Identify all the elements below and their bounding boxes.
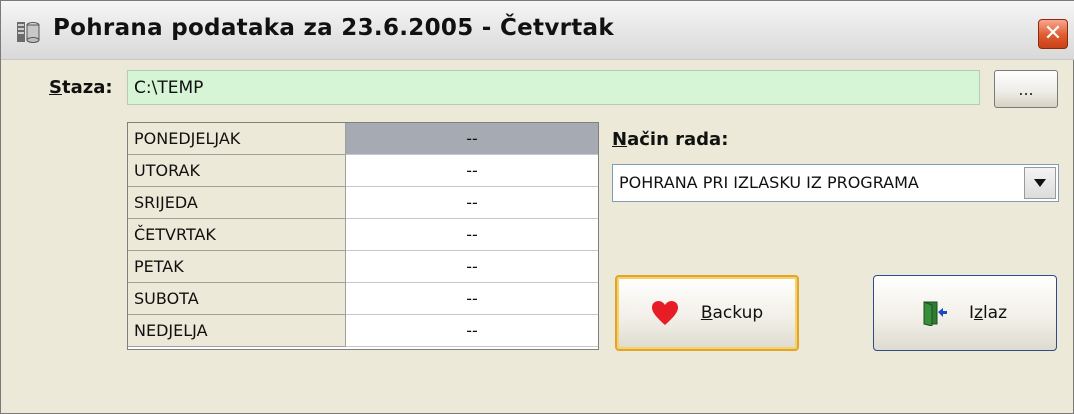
backup-button[interactable]: Backup	[615, 275, 799, 351]
day-value-cell[interactable]: --	[346, 315, 598, 347]
day-value-cell[interactable]: --	[346, 123, 598, 155]
table-row[interactable]: UTORAK --	[128, 155, 598, 187]
table-row[interactable]: SRIJEDA --	[128, 187, 598, 219]
day-value-cell[interactable]: --	[346, 283, 598, 315]
exit-door-icon	[923, 301, 947, 326]
day-name-cell[interactable]: PETAK	[128, 251, 346, 283]
table-row[interactable]: PONEDJELJAK --	[128, 123, 598, 155]
table-row[interactable]: ČETVRTAK --	[128, 219, 598, 251]
day-name-cell[interactable]: ČETVRTAK	[128, 219, 346, 251]
path-label: Staza:	[49, 77, 113, 98]
chevron-down-icon	[1034, 179, 1046, 187]
title-bar[interactable]: Pohrana podataka za 23.6.2005 - Četvrtak…	[1, 1, 1074, 60]
day-name-cell[interactable]: PONEDJELJAK	[128, 123, 346, 155]
backup-button-label: Backup	[700, 303, 764, 323]
exit-button-label: Izlaz	[968, 303, 1008, 323]
table-row[interactable]: NEDJELJA --	[128, 315, 598, 347]
day-value-cell[interactable]: --	[346, 155, 598, 187]
day-name-cell[interactable]: SUBOTA	[128, 283, 346, 315]
day-value-cell[interactable]: --	[346, 187, 598, 219]
mode-selected-value: POHRANA PRI IZLASKU IZ PROGRAMA	[619, 173, 919, 192]
table-row[interactable]: SUBOTA --	[128, 283, 598, 315]
day-name-cell[interactable]: SRIJEDA	[128, 187, 346, 219]
database-icon	[17, 22, 40, 43]
day-value-cell[interactable]: --	[346, 219, 598, 251]
dropdown-button[interactable]	[1024, 167, 1056, 199]
days-grid: PONEDJELJAK -- UTORAK -- SRIJEDA -- ČETV…	[127, 122, 599, 350]
heart-icon	[651, 301, 678, 325]
path-input[interactable]	[127, 70, 980, 105]
mode-label: Način rada:	[612, 129, 729, 150]
backup-dialog: Pohrana podataka za 23.6.2005 - Četvrtak…	[0, 0, 1074, 414]
window-title: Pohrana podataka za 23.6.2005 - Četvrtak	[53, 15, 614, 41]
close-button[interactable]: ✕	[1038, 19, 1068, 49]
exit-button[interactable]: Izlaz	[873, 275, 1057, 351]
day-name-cell[interactable]: NEDJELJA	[128, 315, 346, 347]
day-name-cell[interactable]: UTORAK	[128, 155, 346, 187]
browse-button[interactable]: ...	[994, 70, 1058, 108]
mode-dropdown[interactable]: POHRANA PRI IZLASKU IZ PROGRAMA	[612, 164, 1059, 202]
day-value-cell[interactable]: --	[346, 251, 598, 283]
table-row[interactable]: PETAK --	[128, 251, 598, 283]
close-icon: ✕	[1043, 21, 1063, 46]
